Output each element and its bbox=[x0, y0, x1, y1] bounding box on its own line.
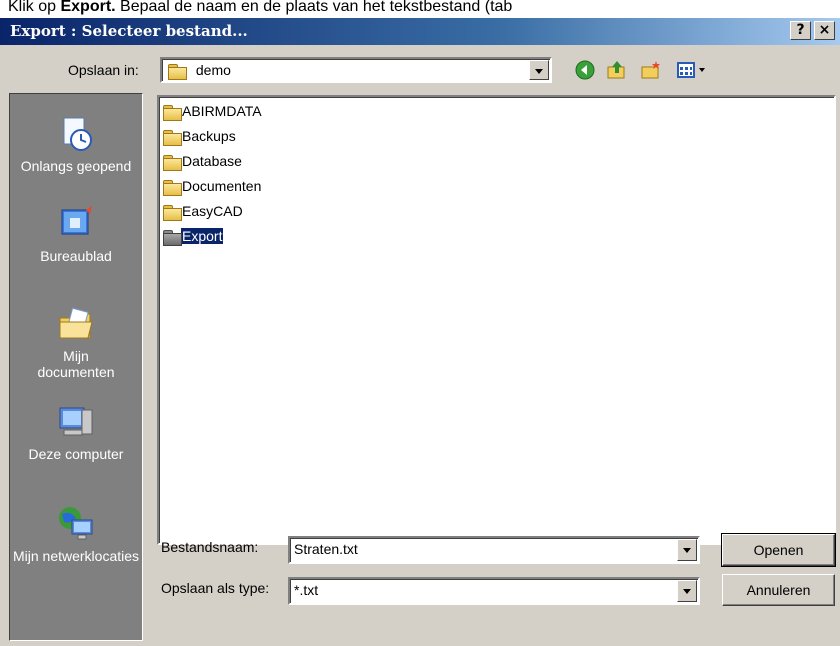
view-menu-icon bbox=[677, 62, 695, 78]
list-item[interactable]: EasyCAD bbox=[163, 201, 244, 222]
folder-icon bbox=[163, 155, 182, 172]
place-label: Bureaublad bbox=[40, 248, 112, 264]
filetype-label: Opslaan als type: bbox=[161, 580, 270, 596]
folder-icon bbox=[163, 205, 182, 222]
file-list[interactable]: ABIRMDATA Backups Database Documenten Ea… bbox=[157, 95, 836, 545]
instruction-text: Klik op Export. Bepaal de naam en de pla… bbox=[0, 0, 840, 18]
close-button[interactable]: × bbox=[814, 21, 835, 40]
instruction-suffix: Bepaal de naam en de plaats van het teks… bbox=[115, 0, 513, 15]
open-button[interactable]: Openen bbox=[721, 533, 836, 567]
place-recent[interactable]: Onlangs geopend bbox=[10, 114, 142, 174]
list-item[interactable]: Documenten bbox=[163, 176, 262, 197]
place-label: Mijn documenten bbox=[37, 348, 115, 380]
my-computer-icon bbox=[59, 407, 93, 436]
folder-icon bbox=[163, 180, 182, 197]
help-button[interactable]: ? bbox=[790, 21, 811, 40]
place-network[interactable]: Mijn netwerklocaties bbox=[10, 504, 142, 564]
lookin-value: demo bbox=[195, 62, 231, 78]
folder-icon bbox=[163, 130, 182, 147]
place-my-computer[interactable]: Deze computer bbox=[10, 402, 142, 462]
desktop-icon bbox=[61, 206, 92, 235]
chevron-down-icon[interactable] bbox=[677, 539, 697, 561]
cancel-button[interactable]: Annuleren bbox=[722, 574, 835, 606]
instruction-bold: Export. bbox=[60, 0, 116, 15]
list-item-selected[interactable]: Export bbox=[163, 226, 225, 247]
chevron-down-icon[interactable] bbox=[529, 60, 549, 80]
dialog-title: Export : Selecteer bestand... bbox=[10, 22, 248, 40]
recent-documents-icon bbox=[63, 117, 92, 151]
list-item[interactable]: Database bbox=[163, 151, 243, 172]
filename-label: Bestandsnaam: bbox=[161, 539, 259, 555]
place-my-documents[interactable]: Mijn documenten bbox=[10, 304, 142, 380]
folder-icon bbox=[163, 105, 182, 122]
list-item[interactable]: ABIRMDATA bbox=[163, 101, 263, 122]
save-dialog: Export : Selecteer bestand... ? × Opslaa… bbox=[0, 18, 840, 646]
view-menu-button[interactable] bbox=[676, 60, 710, 80]
network-places-icon bbox=[59, 507, 93, 540]
title-bar[interactable]: Export : Selecteer bestand... ? × bbox=[0, 18, 840, 45]
folder-icon bbox=[168, 64, 187, 81]
lookin-label: Opslaan in: bbox=[68, 62, 139, 78]
place-label: Deze computer bbox=[28, 446, 124, 462]
place-desktop[interactable]: Bureaublad bbox=[10, 204, 142, 264]
filetype-value: *.txt bbox=[294, 582, 319, 598]
folder-icon bbox=[163, 230, 182, 247]
filetype-select[interactable]: *.txt bbox=[288, 577, 700, 605]
list-item[interactable]: Backups bbox=[163, 126, 237, 147]
filename-value: Straten.txt bbox=[294, 541, 358, 557]
my-documents-icon bbox=[59, 307, 93, 339]
filename-field[interactable]: Straten.txt bbox=[288, 536, 700, 564]
up-folder-icon[interactable] bbox=[606, 59, 628, 81]
back-icon[interactable] bbox=[574, 59, 596, 81]
lookin-select[interactable]: demo bbox=[160, 57, 552, 83]
place-label: Onlangs geopend bbox=[20, 158, 132, 174]
new-folder-icon[interactable] bbox=[640, 59, 662, 81]
place-label: Mijn netwerklocaties bbox=[12, 548, 140, 564]
chevron-down-icon[interactable] bbox=[677, 580, 697, 602]
places-bar: Onlangs geopend Bureaublad Mijn document… bbox=[9, 93, 143, 641]
instruction-prefix: Klik op bbox=[8, 0, 61, 15]
chevron-down-icon bbox=[699, 68, 705, 72]
